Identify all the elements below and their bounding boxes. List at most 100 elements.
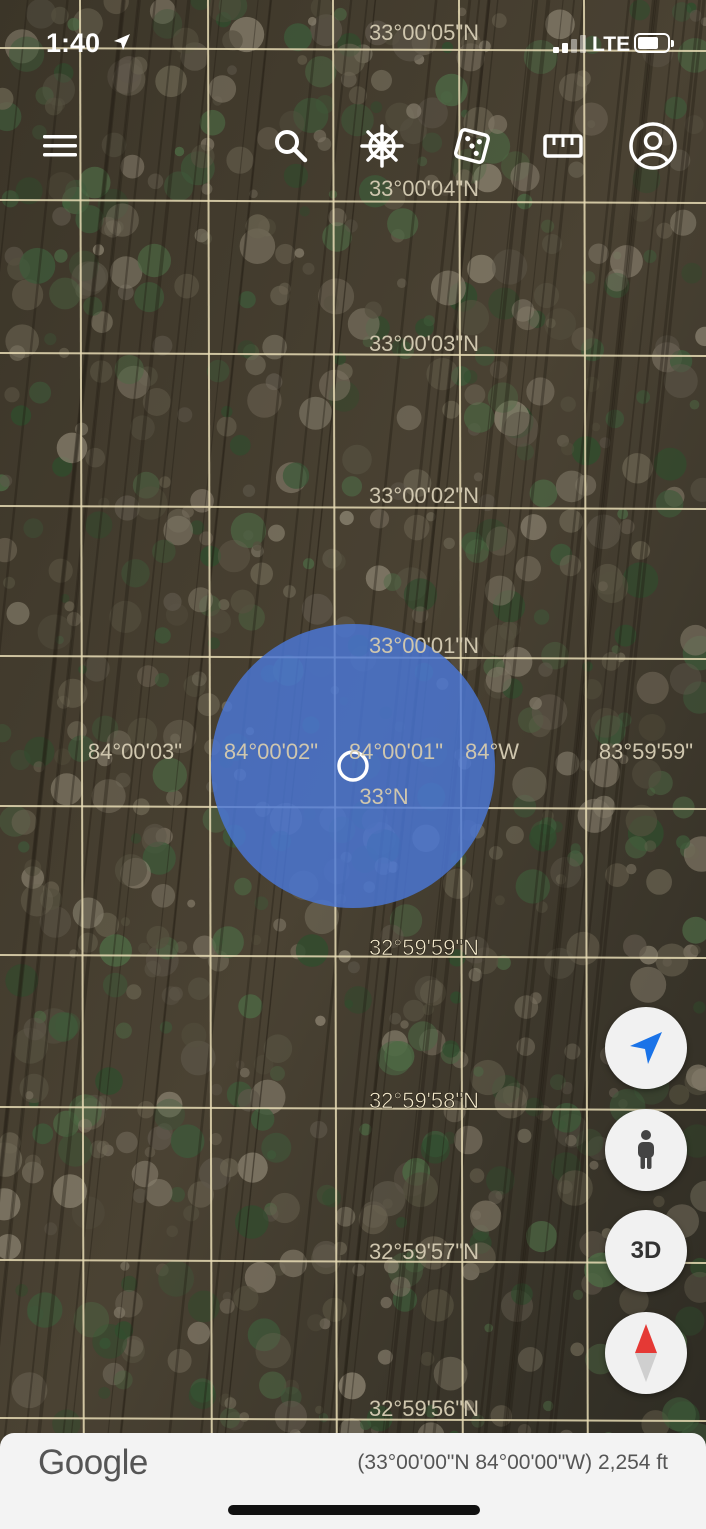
tree-canopy [473, 1066, 484, 1077]
tree-canopy [96, 1140, 110, 1154]
tree-canopy [11, 809, 37, 835]
voyager-button[interactable] [354, 118, 410, 174]
home-indicator[interactable] [228, 1505, 480, 1515]
tree-canopy [49, 277, 81, 310]
tree-canopy [295, 934, 329, 967]
tree-canopy [590, 707, 621, 738]
tree-canopy [689, 399, 700, 410]
tree-canopy [669, 1084, 690, 1105]
tree-canopy [267, 524, 285, 542]
tree-canopy [653, 447, 687, 481]
tree-canopy [347, 961, 360, 974]
tree-canopy [344, 999, 354, 1009]
tree-canopy [269, 1192, 300, 1224]
tree-canopy [339, 510, 354, 526]
tree-canopy [672, 796, 695, 819]
tree-canopy [327, 552, 346, 571]
satellite-map[interactable]: 33°00'05"N 33°00'04"N 33°00'03"N 33°00'0… [0, 0, 706, 1529]
tree-canopy [177, 407, 193, 423]
tree-canopy [85, 447, 105, 468]
tree-canopy [230, 589, 255, 614]
tree-canopy [538, 662, 553, 677]
google-logo: Google [38, 1443, 148, 1482]
ruler-icon [543, 134, 583, 158]
tree-canopy [517, 1128, 532, 1143]
tree-canopy [591, 422, 601, 432]
tree-canopy [188, 977, 211, 1000]
lat-label: 33°00'03"N [369, 331, 479, 356]
tree-canopy [251, 1107, 275, 1131]
tree-canopy [146, 925, 170, 949]
compass-button[interactable] [605, 1312, 687, 1394]
tree-canopy [623, 934, 647, 959]
lat-label: 32°59'58"N [369, 1088, 479, 1113]
tree-canopy [663, 364, 698, 398]
tree-canopy [301, 593, 333, 625]
menu-icon [43, 135, 77, 157]
tree-canopy [212, 926, 244, 958]
tree-canopy [406, 103, 422, 119]
tree-canopy [638, 714, 666, 741]
tree-canopy [47, 172, 77, 202]
lat-label: 32°59'57"N [369, 1239, 479, 1264]
tree-canopy [572, 1289, 584, 1300]
location-services-icon [114, 34, 130, 50]
lat-label: 33°00'02"N [369, 483, 479, 508]
tree-canopy [520, 514, 547, 541]
tree-canopy [274, 1400, 307, 1433]
tree-canopy [423, 315, 435, 327]
menu-button[interactable] [32, 118, 88, 174]
tree-canopy [23, 518, 44, 539]
my-location-button[interactable] [605, 1007, 687, 1089]
tree-canopy [560, 396, 576, 412]
tree-canopy [467, 254, 496, 284]
tree-canopy [73, 1301, 110, 1338]
tree-canopy [27, 1305, 44, 1323]
tree-canopy [137, 665, 159, 688]
tree-canopy [463, 370, 478, 384]
search-button[interactable] [263, 118, 319, 174]
tree-canopy [53, 1174, 87, 1208]
toggle-3d-label: 3D [630, 1237, 662, 1264]
tree-canopy [302, 262, 315, 275]
tree-canopy [242, 484, 256, 497]
tree-canopy [341, 476, 363, 497]
bottom-info-bar: Google (33°00'00"N 84°00'00"W) 2,254 ft [0, 1433, 706, 1529]
tree-canopy [685, 846, 700, 860]
tree-canopy [6, 601, 30, 625]
search-icon [275, 130, 308, 163]
tree-canopy [322, 1188, 342, 1208]
lon-label: 84°W [465, 739, 519, 764]
tree-canopy [152, 335, 173, 356]
tree-canopy [224, 1397, 237, 1410]
tree-canopy [126, 984, 142, 1000]
tree-canopy [163, 592, 182, 612]
tree-canopy [307, 1314, 325, 1332]
tree-canopy [517, 1347, 543, 1372]
tree-canopy [161, 986, 181, 1006]
tree-canopy [270, 1066, 285, 1081]
tree-canopy [239, 1067, 250, 1078]
tree-canopy [400, 1020, 409, 1029]
measure-button[interactable] [535, 118, 591, 174]
tree-canopy [154, 673, 169, 688]
feeling-lucky-button[interactable] [444, 118, 500, 174]
tree-canopy [174, 146, 185, 157]
tree-canopy [44, 333, 57, 346]
tree-canopy [102, 972, 128, 998]
toggle-3d-button[interactable]: 3D [605, 1210, 687, 1292]
tree-canopy [210, 1083, 223, 1096]
tree-canopy [250, 562, 273, 586]
tree-canopy [18, 841, 30, 853]
tree-canopy [380, 1296, 392, 1309]
tree-canopy [561, 442, 575, 456]
tree-canopy [342, 444, 372, 475]
tree-canopy [681, 262, 703, 284]
street-view-button[interactable] [605, 1109, 687, 1191]
tree-canopy [453, 1125, 483, 1155]
battery-icon [634, 33, 674, 53]
tree-canopy [181, 1022, 207, 1048]
lon-label: 83°59'59" [599, 739, 693, 764]
status-time: 1:40 [46, 28, 101, 58]
account-button[interactable] [625, 118, 681, 174]
